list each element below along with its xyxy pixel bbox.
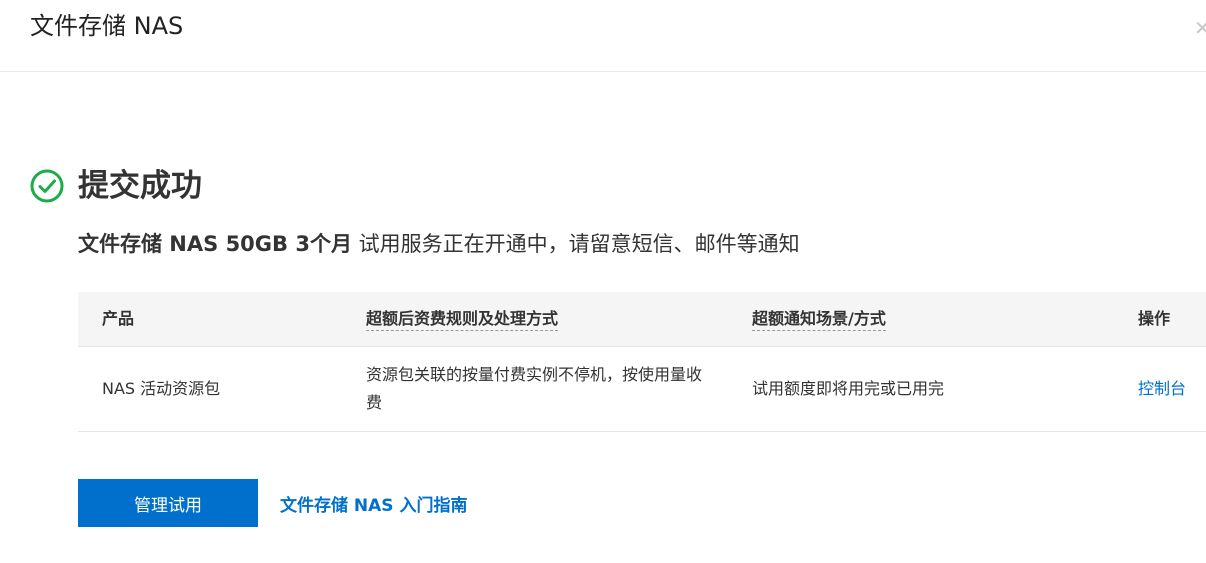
header-notice-label: 超额通知场景/方式 [752,309,886,331]
cell-notice: 试用额度即将用完或已用完 [752,379,945,398]
action-bar: 管理试用 文件存储 NAS 入门指南 [78,479,467,527]
dialog-title: 文件存储 NAS [30,12,184,40]
close-icon[interactable]: ✕ [1194,16,1206,40]
status-message: 文件存储 NAS 50GB 3个月 试用服务正在开通中，请留意短信、邮件等通知 [78,228,800,260]
console-link[interactable]: 控制台 [1138,375,1186,403]
table-header: 产品 超额后资费规则及处理方式 超额通知场景/方式 操作 [78,292,1206,347]
header-billing-rule[interactable]: 超额后资费规则及处理方式 [366,292,559,346]
header-billing-rule-label: 超额后资费规则及处理方式 [366,309,559,331]
header-notice[interactable]: 超额通知场景/方式 [752,292,886,346]
status-text: 试用服务正在开通中，请留意短信、邮件等通知 [351,232,800,256]
header-action: 操作 [1138,309,1171,328]
cell-billing-rule: 资源包关联的按量付费实例不停机，按使用量收费 [366,365,703,412]
manage-trial-button[interactable]: 管理试用 [78,479,258,527]
check-circle-icon [30,169,64,203]
success-banner: 提交成功 [30,166,202,206]
cell-product: NAS 活动资源包 [102,379,221,398]
header-product: 产品 [102,309,135,328]
success-title: 提交成功 [78,168,202,204]
dialog-header: 文件存储 NAS ✕ [0,0,1206,72]
table-row: NAS 活动资源包 资源包关联的按量付费实例不停机，按使用量收费 试用额度即将用… [78,347,1206,432]
getting-started-guide-link[interactable]: 文件存储 NAS 入门指南 [280,491,467,516]
product-table: 产品 超额后资费规则及处理方式 超额通知场景/方式 操作 NAS 活动资源包 资… [78,292,1206,432]
product-name: 文件存储 NAS 50GB 3个月 [78,232,352,256]
